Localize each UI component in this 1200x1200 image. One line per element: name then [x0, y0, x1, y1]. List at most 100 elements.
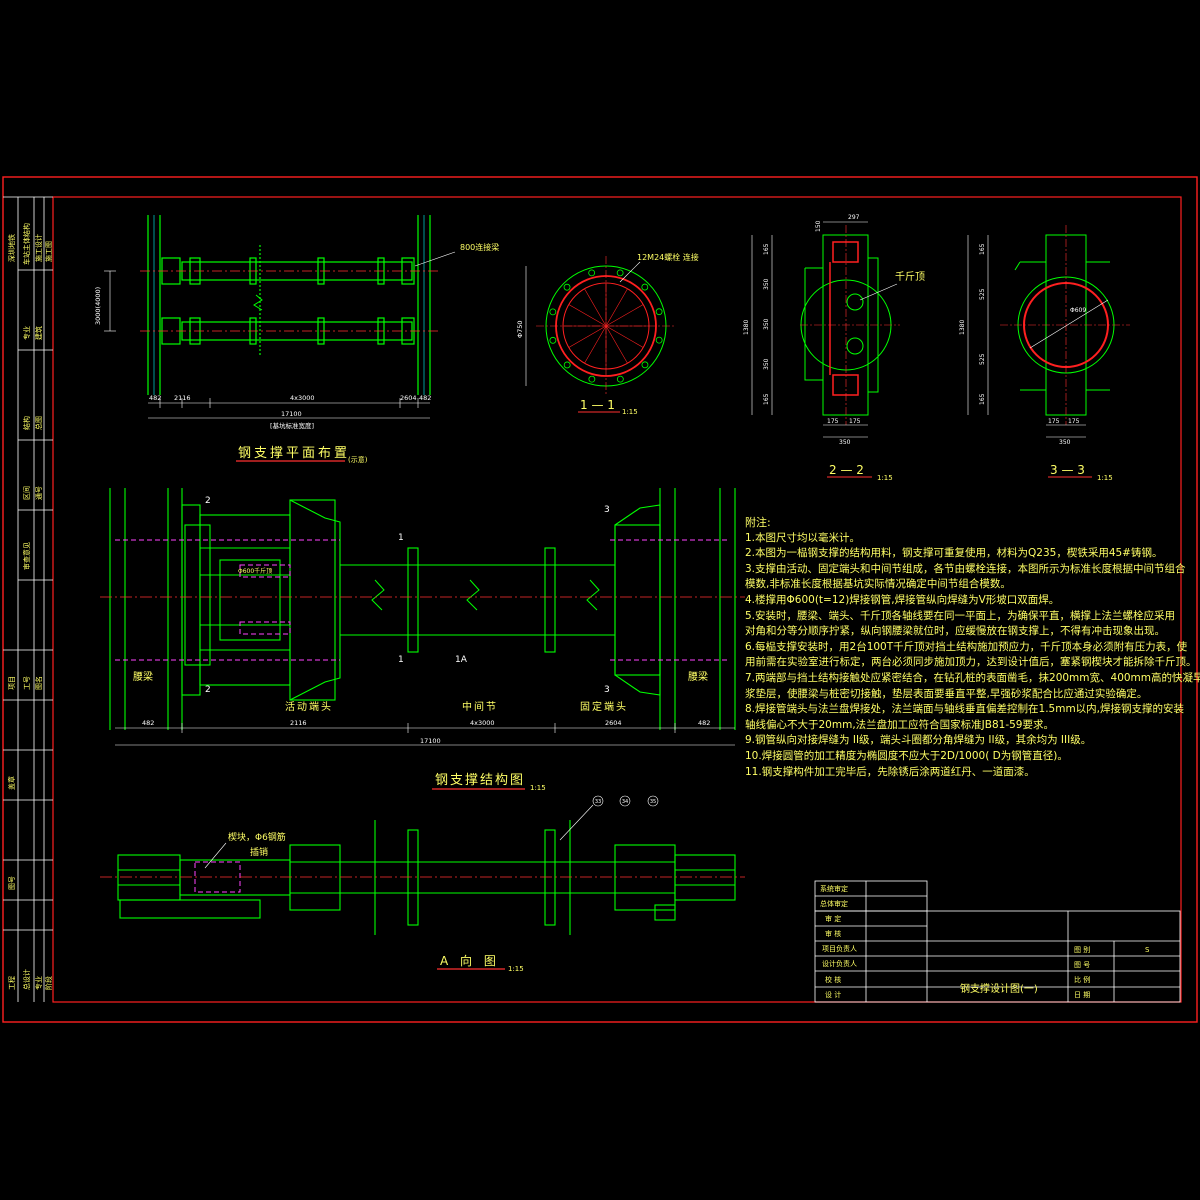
- side-label: 盖章: [7, 776, 16, 790]
- plan-dim: 2604: [400, 394, 417, 402]
- struct-mark: 1: [398, 533, 404, 543]
- plan-note: (示意): [348, 455, 368, 464]
- notes-list: 1.本图尺寸均以毫米计。 2.本图为一榀钢支撑的结构用料，钢支撑可重复使用，材料为…: [745, 531, 1200, 781]
- struct-fixed: 固定端头: [580, 700, 628, 713]
- side-label: 项目: [8, 676, 16, 690]
- tb-right-label: 图 号: [1074, 961, 1090, 969]
- tb-left-row: 设计负责人: [822, 959, 857, 968]
- side-label: 阶段: [44, 976, 53, 990]
- note-line: 轴线偏心不大于20mm,法兰盘加工应符合国家标准JB81-59要求。: [745, 718, 1054, 731]
- sec2-dim-side: 350: [763, 358, 770, 370]
- note-line: 5.安装时，腰梁、端头、千斤顶各轴线要在同一平面上，为确保平直，横撑上法兰螺栓应…: [745, 609, 1176, 622]
- sec1-scale: 1:15: [622, 408, 638, 416]
- tb-left-row: 审 核: [825, 929, 841, 938]
- sec2-label: 千斤顶: [895, 271, 925, 283]
- sec2-scale: 1:15: [877, 474, 893, 482]
- sec3-scale: 1:15: [1097, 474, 1113, 482]
- sec3-dim-side: 165: [979, 243, 986, 255]
- sec1-dim: Φ750: [516, 320, 524, 338]
- struct-mark: 2: [205, 685, 211, 695]
- side-label: 专业: [34, 976, 43, 990]
- note-line: 4.楼撑用Φ600(t=12)焊接钢管,焊接管纵向焊缝为V形坡口双面焊。: [745, 593, 1060, 606]
- side-label: 图名: [34, 676, 43, 690]
- struct-mark: 1: [398, 655, 404, 665]
- tb-right-value: S: [1145, 946, 1150, 954]
- tb-left-row: 审 定: [825, 914, 841, 923]
- a-view-label: 插销: [250, 846, 268, 858]
- note-line: 对角和分等分顺序拧紧，纵向钢腰梁就位时，应缓慢放在钢支撑上，不得有冲击现象出现。: [745, 625, 1165, 638]
- side-text: 施工图: [44, 241, 53, 262]
- struct-middle: 中间节: [462, 700, 498, 713]
- note-line: 浆垫层，使腰梁与桩密切接触，垫层表面要垂直平整,早强砂浆配合比应通过实验确定。: [745, 687, 1148, 700]
- tb-left-row: 项目负责人: [822, 944, 857, 953]
- side-label: 总设计: [22, 969, 31, 990]
- struct-dim: 2604: [605, 719, 622, 727]
- struct-dim: 2116: [290, 719, 307, 727]
- sec2-total: 1380: [743, 320, 750, 335]
- struct-jack: Φ600千斤顶: [238, 567, 272, 575]
- sec2-dim-bottom: 175: [849, 418, 861, 425]
- note-line: 1.本图尺寸均以毫米计。: [745, 531, 861, 544]
- struct-left-beam: 腰梁: [133, 670, 153, 683]
- side-text: 区间: [23, 486, 31, 500]
- plan-total: 17100: [281, 410, 302, 418]
- sec3-total: 1380: [959, 320, 966, 335]
- sec2-dim-side: 350: [763, 318, 770, 330]
- struct-mark: 3: [604, 685, 610, 695]
- sec3-dim-side: 525: [979, 288, 986, 300]
- plan-side: 3000(4000): [94, 287, 102, 325]
- sec1-label: 12M24螺栓 连接: [637, 252, 699, 262]
- sec2-dim-side: 165: [763, 393, 770, 405]
- tb-right-label: 比 例: [1074, 975, 1090, 984]
- struct-mark: 2: [205, 496, 211, 506]
- plan-dim: 482: [149, 394, 161, 402]
- struct-dim: 4x3000: [470, 719, 495, 727]
- plan-dim: 2116: [174, 394, 191, 402]
- struct-active: 活动端头: [285, 700, 333, 713]
- plan-tube-label: 800连接梁: [460, 242, 499, 252]
- note-line: 2.本图为一榀钢支撑的结构用料，钢支撑可重复使用，材料为Q235，楔铁采用45#…: [745, 547, 1163, 560]
- tb-left-row: 系统审定: [820, 884, 848, 893]
- note-line: 7.两端部与挡土结构接触处应紧密结合，在钻孔桩的表面凿毛，抹200mm宽、400…: [745, 671, 1200, 684]
- a-view-circle: 35: [650, 799, 656, 805]
- sec3-dim-bottom: 175: [1068, 418, 1080, 425]
- sec3-dim-bottom: 175: [1048, 418, 1060, 425]
- note-line: 10.焊接圆管的加工精度为椭圆度不应大于2D/1000( D为钢管直径)。: [745, 749, 1068, 762]
- side-text: 审查意见: [22, 542, 31, 570]
- note-line: 9.钢管纵向对接焊缝为 II级，端头斗圈都分角焊缝为 II级，其余均为 III级…: [745, 734, 1092, 747]
- struct-mark: 1A: [455, 655, 468, 665]
- note-line: 模数,非标准长度根据基坑实际情况确定中间节组合模数。: [745, 578, 1011, 591]
- struct-total: 17100: [420, 737, 441, 745]
- sec2-total-bottom: 350: [839, 439, 851, 446]
- side-text: 车站主体结构: [22, 223, 31, 265]
- tb-left-row: 校 核: [825, 975, 841, 984]
- sec2-dim-side: 350: [763, 278, 770, 290]
- a-view-scale: 1:15: [508, 965, 524, 973]
- struct-dim: 482: [142, 719, 154, 727]
- notes-title: 附注:: [745, 516, 771, 529]
- sec2-dim-side: 165: [763, 243, 770, 255]
- note-line: 6.每榀支撑安装时，用2台100T千斤顶对挡土结构施加预应力，千斤顶本身必须附有…: [745, 640, 1188, 653]
- side-text: 通号: [34, 486, 43, 500]
- note-line: 8.焊接管端头与法兰盘焊接处，法兰端面与轴线垂直偏差控制在1.5mm以内,焊接钢…: [745, 703, 1185, 716]
- tb-right-label: 图 别: [1074, 945, 1090, 954]
- plan-title: 钢支撑平面布置: [238, 446, 350, 461]
- a-view-circle: 33: [595, 799, 601, 805]
- tb-left-row: 设 计: [825, 990, 841, 999]
- sec3-dim-side: 525: [979, 353, 986, 365]
- sec1-title: 1 — 1: [580, 398, 615, 412]
- sec2-dim-bottom: 175: [827, 418, 839, 425]
- side-label: 工号: [23, 676, 31, 690]
- tb-drawing-name: 钢支撑设计图(一): [960, 982, 1038, 995]
- plan-dim: 4x3000: [290, 394, 315, 402]
- a-view-label: 楔块，Φ6钢筋: [228, 831, 286, 843]
- sec3-total-bottom: 350: [1059, 439, 1071, 446]
- struct-dim: 482: [698, 719, 710, 727]
- note-line: 3.支撑由活动、固定端头和中间节组成，各节由螺栓连接，本图所示为标准长度根据中间…: [745, 562, 1186, 575]
- a-view-circle: 34: [622, 799, 628, 805]
- sec2-title: 2 — 2: [829, 463, 864, 477]
- side-label: 图号: [8, 876, 16, 890]
- side-text: 建筑: [34, 326, 43, 340]
- tb-left-row: 总体审定: [820, 899, 848, 908]
- tb-right-label: 日 期: [1074, 991, 1090, 999]
